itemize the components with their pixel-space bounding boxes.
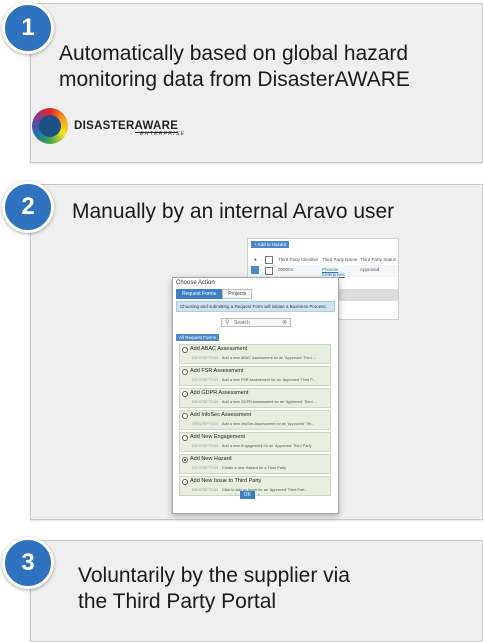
col-status: Third Party Status [360,257,397,262]
pager: ‹ OK › [235,491,260,499]
radio-fsr[interactable] [182,369,188,375]
tab-request-forms[interactable]: Request Forms [176,289,223,299]
item-desc: DESCRIPTION Create a new Hazard for a Thi… [192,466,287,470]
radio-abac[interactable] [182,347,188,353]
prev-page-button[interactable]: ‹ [235,492,237,498]
globe-icon [32,108,68,144]
col-identifier: Third Party Identifier [278,257,319,262]
row-identifier: 000004 [278,267,294,272]
row-marker-icon: ● [254,257,257,262]
step-badge-1: 1 [2,2,54,54]
card-3-title-line1: Voluntarily by the supplier via [78,564,350,587]
card-2-title: Manually by an internal Aravo user [72,200,395,223]
list-item-fsr[interactable]: Add FSR Assessment DESCRIPTION Add a new … [179,366,331,386]
item-title: Add New Issue to Third Party [190,478,262,484]
list-item-gdpr[interactable]: Add GDPR Assessment DESCRIPTION Add a new… [179,388,331,408]
table-header: ● Third Party Identifier Third Party Nam… [248,255,398,265]
card-1-title-line2: monitoring data from DisasterAWARE [59,68,410,91]
item-title: Add New Engagement [190,434,246,440]
dialog-tabs: Request Forms Projects [176,289,253,299]
list-item-infosec[interactable]: Add InfoSec Assessment DESCRIPTION Add a … [179,410,331,430]
radio-gdpr[interactable] [182,391,188,397]
item-desc: DESCRIPTION Add a new FSR Assessment for … [192,378,316,382]
logo-subtitle: ENTERPRISE [140,131,186,137]
search-placeholder: Search [234,320,250,326]
item-title: Add New Hazard [190,456,232,462]
item-desc: DESCRIPTION Add a new ABAC Assessment for… [192,356,316,360]
col-name: Third Party Name [322,257,358,262]
radio-engagement[interactable] [182,435,188,441]
item-title: Add FSR Assessment [190,368,244,374]
item-title: Add ABAC Assessment [190,346,248,352]
list-item-abac[interactable]: Add ABAC Assessment DESCRIPTION Add a new… [179,344,331,364]
row-action-icon[interactable] [251,266,259,274]
radio-infosec[interactable] [182,413,188,419]
card-3-title-line2: the Third Party Portal [78,590,277,613]
radio-issue[interactable] [182,479,188,485]
radio-hazard[interactable] [182,457,188,463]
clear-icon[interactable]: ⊗ [282,319,287,328]
row-checkbox[interactable] [265,267,273,275]
info-banner: Choosing and submitting a Request Form w… [176,301,335,312]
disasteraware-logo: DISASTERAWARE [32,108,179,144]
item-desc: DESCRIPTION Add a new GDPR Assessment for… [192,400,317,404]
row-status: Approved [360,267,380,272]
add-to-hazard-button[interactable]: + Add to Hazard [251,241,290,248]
select-all-checkbox[interactable] [265,256,273,264]
step-badge-2: 2 [2,181,54,233]
search-icon: ⚲ [225,320,230,326]
section-label: All Request Forms [176,334,220,341]
item-desc: DESCRIPTION Add a new Engagement for an '… [192,444,312,448]
choose-action-dialog: Choose Action Request Forms Projects Cho… [172,277,339,514]
dialog-title: Choose Action [176,280,215,286]
table-row[interactable]: 000004 Phoenix Enterprises Approved [248,265,398,277]
list-item-hazard[interactable]: Add New Hazard DESCRIPTION Create a new H… [179,454,331,474]
row-name-link[interactable]: Phoenix Enterprises [322,267,352,277]
step-badge-3: 3 [2,537,54,589]
item-title: Add GDPR Assessment [190,390,249,396]
ok-button[interactable]: OK [239,491,255,499]
tab-projects[interactable]: Projects [222,289,253,299]
search-input[interactable]: ⚲ Search ⊗ [221,318,291,327]
item-desc: DESCRIPTION Add a new InfoSec Assessment … [192,422,315,426]
card-1-title-line1: Automatically based on global hazard [59,42,409,65]
list-item-engagement[interactable]: Add New Engagement DESCRIPTION Add a new … [179,432,331,452]
item-title: Add InfoSec Assessment [190,412,252,418]
next-page-button[interactable]: › [258,492,260,498]
